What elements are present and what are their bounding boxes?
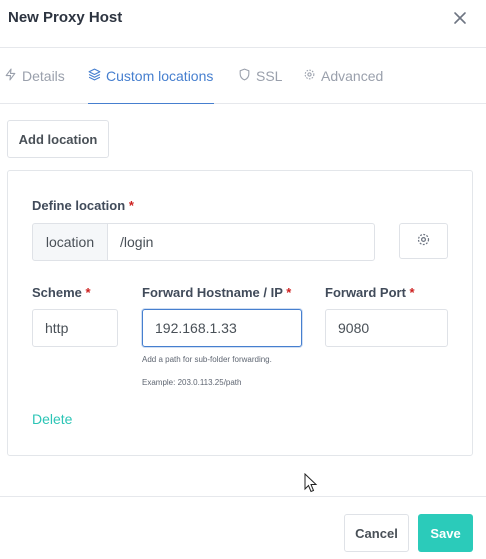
tab-custom-locations-label: Custom locations — [106, 67, 214, 84]
gear-icon — [303, 68, 316, 84]
modal-header: New Proxy Host — [0, 0, 486, 48]
shield-icon — [238, 68, 251, 84]
tab-ssl-label: SSL — [256, 68, 283, 84]
tab-details[interactable]: Details — [4, 48, 65, 104]
location-addon: location — [32, 223, 108, 261]
tab-details-label: Details — [22, 68, 65, 84]
help-text-subfolder: Add a path for sub-folder forwarding. — [142, 355, 272, 364]
scheme-label: Scheme * — [32, 285, 91, 300]
tab-ssl[interactable]: SSL — [238, 48, 282, 104]
forward-hostname-label: Forward Hostname / IP * — [142, 285, 292, 300]
forward-hostname-input[interactable]: 192.168.1.33 — [142, 309, 302, 347]
location-path-input[interactable]: /login — [107, 223, 375, 261]
define-location-label: Define location * — [32, 198, 134, 213]
delete-link[interactable]: Delete — [32, 411, 72, 427]
tab-advanced[interactable]: Advanced — [303, 48, 383, 104]
location-card: Define location * location /login Scheme… — [7, 170, 473, 456]
save-button[interactable]: Save — [418, 514, 473, 552]
close-icon[interactable] — [452, 8, 468, 28]
mouse-cursor-icon — [304, 472, 318, 493]
help-text-example: Example: 203.0.113.25/path — [142, 378, 242, 387]
add-location-button[interactable]: Add location — [7, 120, 109, 158]
location-settings-button[interactable] — [399, 223, 448, 259]
modal-title: New Proxy Host — [8, 9, 123, 26]
scheme-input[interactable]: http — [32, 309, 118, 347]
zap-icon — [4, 68, 17, 84]
cancel-button[interactable]: Cancel — [344, 514, 409, 552]
tab-custom-locations[interactable]: Custom locations — [88, 48, 214, 104]
forward-port-label: Forward Port * — [325, 285, 415, 300]
gear-icon — [416, 232, 431, 250]
tab-advanced-label: Advanced — [321, 68, 384, 84]
tab-bar: Details Custom locations SSL Advanced — [0, 48, 486, 104]
modal-footer: Cancel Save — [0, 496, 486, 559]
forward-port-input[interactable]: 9080 — [325, 309, 448, 347]
layers-icon — [88, 68, 101, 84]
